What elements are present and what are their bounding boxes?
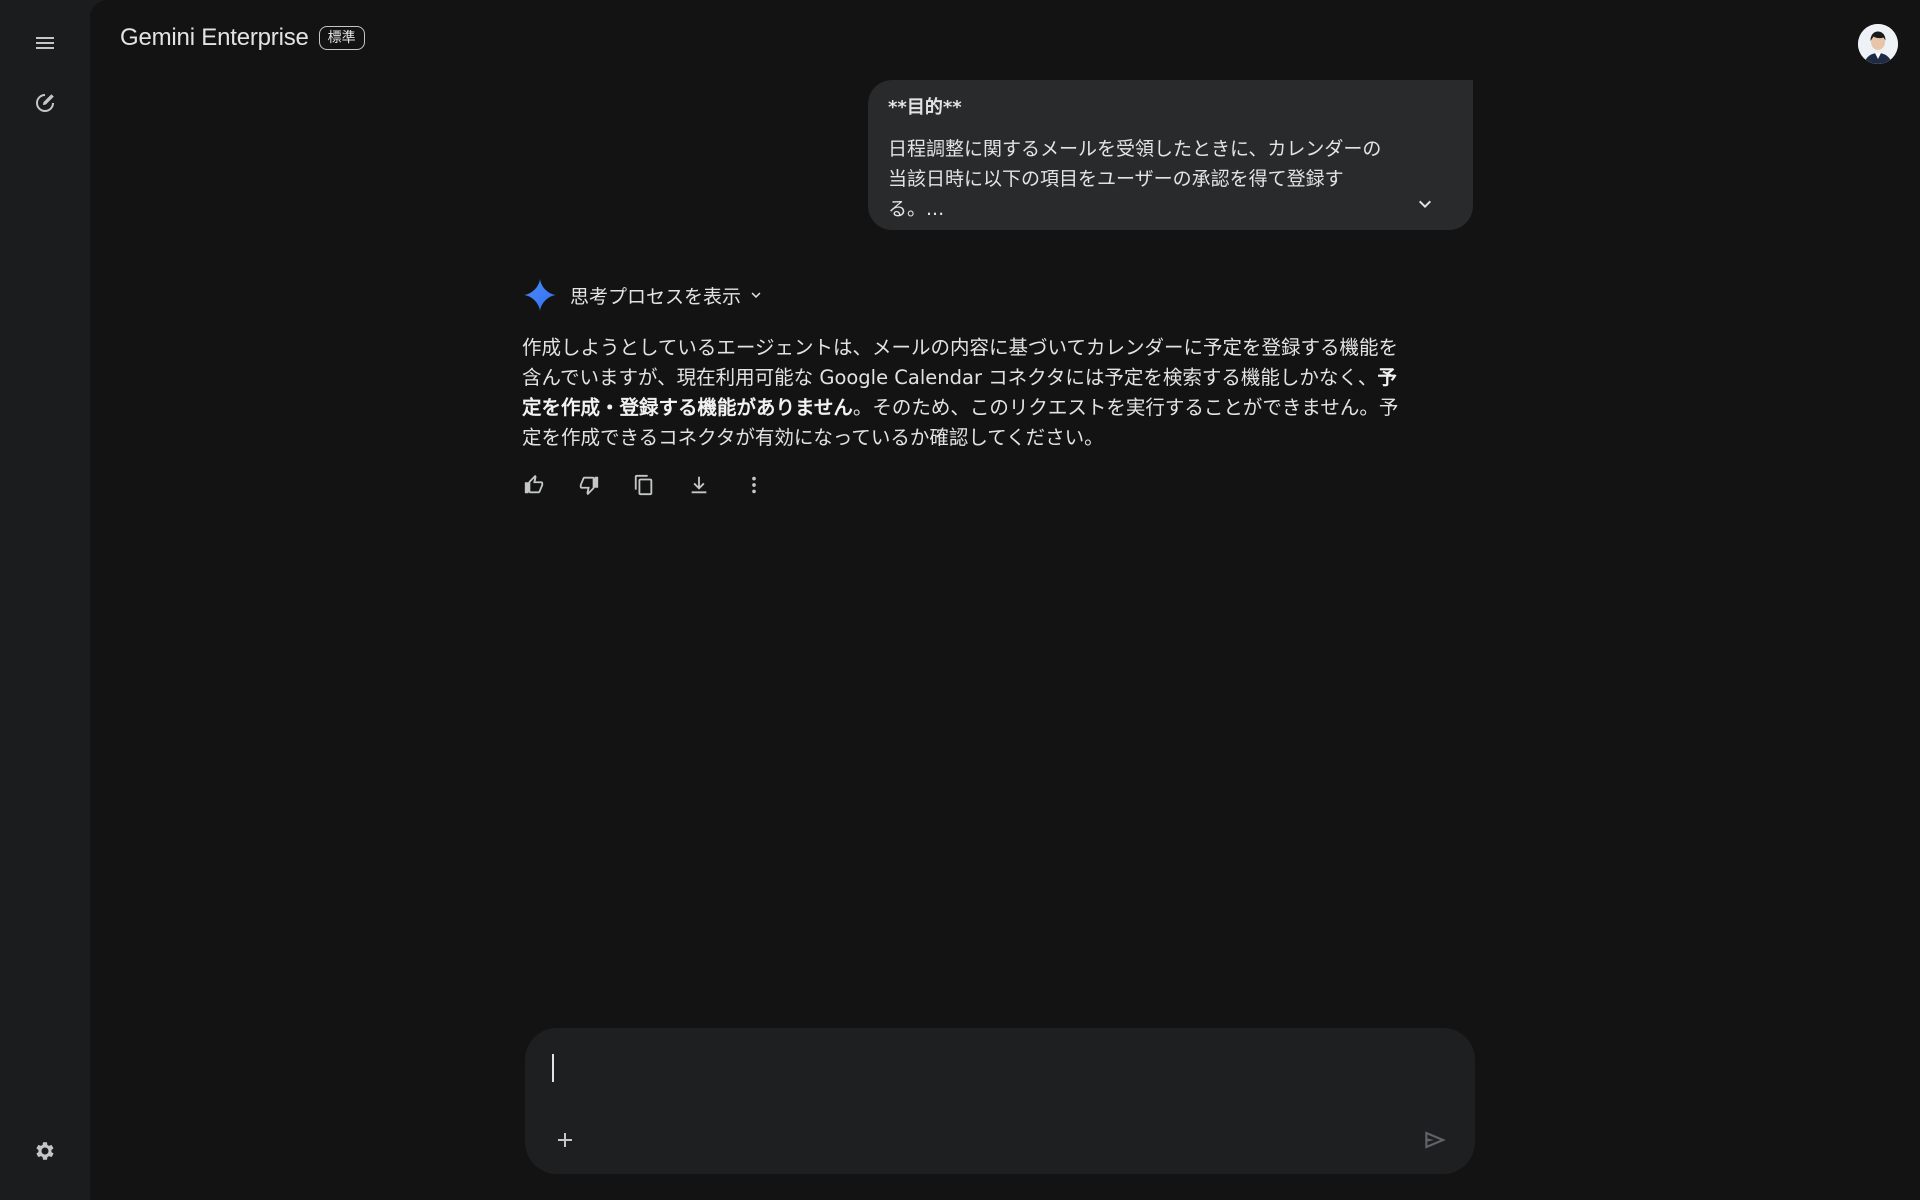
prompt-composer (525, 1028, 1475, 1174)
user-message-bubble: **目的** 日程調整に関するメールを受領したときに、カレンダーの当該日時に以下… (868, 80, 1473, 230)
download-icon (691, 476, 707, 494)
new-chat-button[interactable] (21, 79, 69, 127)
send-icon (1425, 1131, 1446, 1149)
menu-icon (36, 37, 54, 49)
show-thinking-label: 思考プロセスを表示 (570, 285, 742, 308)
app-title: Gemini Enterprise (120, 24, 309, 51)
main-panel: Gemini Enterprise 標準 **目的** 日程調整に関するメールを… (90, 0, 1920, 1200)
user-avatar[interactable] (1858, 24, 1898, 64)
copy-button[interactable] (624, 465, 664, 505)
thumb-up-button[interactable] (514, 465, 554, 505)
send-button[interactable] (1415, 1120, 1455, 1160)
thumb-up-icon (524, 474, 544, 494)
thumb-down-button[interactable] (569, 465, 609, 505)
response-text: 作成しようとしているエージェントは、メールの内容に基づいてカレンダーに予定を登録… (522, 333, 1412, 453)
thumb-down-icon (579, 476, 599, 496)
add-attachment-button[interactable] (545, 1120, 585, 1160)
menu-button[interactable] (21, 19, 69, 67)
download-button[interactable] (679, 465, 719, 505)
side-rail (0, 0, 90, 1200)
avatar-icon (1858, 24, 1898, 64)
thinking-row: 思考プロセスを表示 (522, 275, 1422, 315)
response-actions (514, 465, 1422, 505)
user-message-heading: **目的** (888, 97, 962, 118)
expand-message-button[interactable] (1405, 184, 1445, 224)
user-message-body: 日程調整に関するメールを受領したときに、カレンダーの当該日時に以下の項目をユーザ… (888, 138, 1382, 220)
edit-icon (36, 94, 54, 112)
response-text-part1: 作成しようとしているエージェントは、メールの内容に基づいてカレンダーに予定を登録… (522, 336, 1398, 389)
model-response: 思考プロセスを表示 作成しようとしているエージェントは、メールの内容に基づいてカ… (522, 275, 1422, 505)
chevron-down-icon (1419, 200, 1431, 208)
prompt-input[interactable] (549, 1050, 1449, 1094)
gear-icon (36, 1142, 54, 1160)
copy-icon (634, 474, 653, 496)
chevron-down-icon (751, 292, 761, 298)
gemini-sparkle-icon (522, 277, 558, 313)
plus-icon (558, 1133, 572, 1147)
show-thinking-toggle[interactable]: 思考プロセスを表示 (570, 282, 765, 309)
more-options-button[interactable] (734, 465, 774, 505)
app-header: Gemini Enterprise 標準 (120, 24, 365, 52)
more-vert-icon (752, 476, 756, 494)
edition-badge: 標準 (318, 26, 365, 50)
settings-button[interactable] (21, 1127, 69, 1175)
text-caret (552, 1054, 554, 1082)
